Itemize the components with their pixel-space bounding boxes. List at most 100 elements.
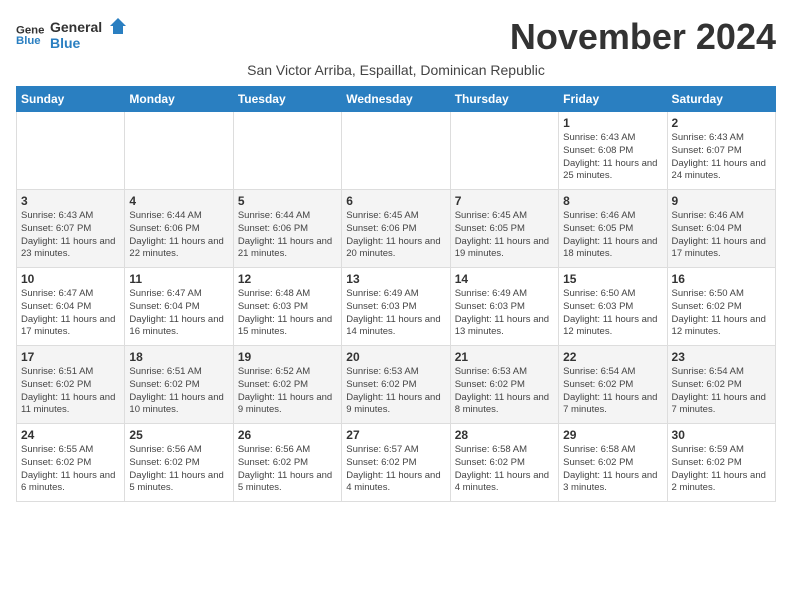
logo: General Blue General Blue xyxy=(16,16,130,54)
day-number: 24 xyxy=(21,428,120,442)
day-number: 25 xyxy=(129,428,228,442)
svg-text:General: General xyxy=(50,19,102,35)
svg-text:Blue: Blue xyxy=(50,35,81,51)
day-info: Sunrise: 6:56 AM Sunset: 6:02 PM Dayligh… xyxy=(129,444,228,495)
day-info: Sunrise: 6:51 AM Sunset: 6:02 PM Dayligh… xyxy=(129,366,228,417)
day-number: 4 xyxy=(129,194,228,208)
svg-text:Blue: Blue xyxy=(16,35,41,47)
day-info: Sunrise: 6:55 AM Sunset: 6:02 PM Dayligh… xyxy=(21,444,120,495)
page-header: General Blue General Blue November 2024 xyxy=(16,16,776,58)
day-header-monday: Monday xyxy=(125,87,233,112)
week-row-2: 3Sunrise: 6:43 AM Sunset: 6:07 PM Daylig… xyxy=(17,190,776,268)
day-info: Sunrise: 6:43 AM Sunset: 6:07 PM Dayligh… xyxy=(672,132,771,183)
day-cell: 26 Sunrise: 6:56 AM Sunset: 6:02 PM Dayli… xyxy=(233,424,341,502)
day-cell: 22Sunrise: 6:54 AM Sunset: 6:02 PM Dayli… xyxy=(559,346,667,424)
calendar-body: 1 Sunrise: 6:43 AM Sunset: 6:08 PM Daylig… xyxy=(17,112,776,502)
day-number: 15 xyxy=(563,272,662,286)
day-cell: 14Sunrise: 6:49 AM Sunset: 6:03 PM Dayli… xyxy=(450,268,558,346)
day-cell: 6Sunrise: 6:45 AM Sunset: 6:06 PM Daylig… xyxy=(342,190,450,268)
day-cell: 1 Sunrise: 6:43 AM Sunset: 6:08 PM Daylig… xyxy=(559,112,667,190)
day-info: Sunrise: 6:47 AM Sunset: 6:04 PM Dayligh… xyxy=(129,288,228,339)
day-info: Sunrise: 6:46 AM Sunset: 6:05 PM Dayligh… xyxy=(563,210,662,261)
day-header-sunday: Sunday xyxy=(17,87,125,112)
day-cell: 4Sunrise: 6:44 AM Sunset: 6:06 PM Daylig… xyxy=(125,190,233,268)
day-cell: 11 Sunrise: 6:47 AM Sunset: 6:04 PM Dayli… xyxy=(125,268,233,346)
day-cell: 19Sunrise: 6:52 AM Sunset: 6:02 PM Dayli… xyxy=(233,346,341,424)
day-cell: 10 Sunrise: 6:47 AM Sunset: 6:04 PM Dayli… xyxy=(17,268,125,346)
day-info: Sunrise: 6:53 AM Sunset: 6:02 PM Dayligh… xyxy=(346,366,445,417)
day-info: Sunrise: 6:47 AM Sunset: 6:04 PM Dayligh… xyxy=(21,288,120,339)
day-info: Sunrise: 6:57 AM Sunset: 6:02 PM Dayligh… xyxy=(346,444,445,495)
day-number: 2 xyxy=(672,116,771,130)
day-cell xyxy=(233,112,341,190)
day-cell xyxy=(125,112,233,190)
day-number: 3 xyxy=(21,194,120,208)
day-cell: 5 Sunrise: 6:44 AM Sunset: 6:06 PM Daylig… xyxy=(233,190,341,268)
day-cell: 13 Sunrise: 6:49 AM Sunset: 6:03 PM Dayli… xyxy=(342,268,450,346)
day-number: 9 xyxy=(672,194,771,208)
day-info: Sunrise: 6:52 AM Sunset: 6:02 PM Dayligh… xyxy=(238,366,337,417)
week-row-5: 24 Sunrise: 6:55 AM Sunset: 6:02 PM Dayli… xyxy=(17,424,776,502)
day-cell: 9 Sunrise: 6:46 AM Sunset: 6:04 PM Daylig… xyxy=(667,190,775,268)
day-cell: 27Sunrise: 6:57 AM Sunset: 6:02 PM Dayli… xyxy=(342,424,450,502)
day-cell: 7 Sunrise: 6:45 AM Sunset: 6:05 PM Daylig… xyxy=(450,190,558,268)
day-info: Sunrise: 6:58 AM Sunset: 6:02 PM Dayligh… xyxy=(563,444,662,495)
day-cell: 16 Sunrise: 6:50 AM Sunset: 6:02 PM Dayli… xyxy=(667,268,775,346)
day-number: 8 xyxy=(563,194,662,208)
day-info: Sunrise: 6:49 AM Sunset: 6:03 PM Dayligh… xyxy=(346,288,445,339)
day-number: 13 xyxy=(346,272,445,286)
day-number: 21 xyxy=(455,350,554,364)
week-row-1: 1 Sunrise: 6:43 AM Sunset: 6:08 PM Daylig… xyxy=(17,112,776,190)
day-info: Sunrise: 6:44 AM Sunset: 6:06 PM Dayligh… xyxy=(238,210,337,261)
day-number: 5 xyxy=(238,194,337,208)
day-number: 17 xyxy=(21,350,120,364)
day-info: Sunrise: 6:45 AM Sunset: 6:05 PM Dayligh… xyxy=(455,210,554,261)
day-cell: 29Sunrise: 6:58 AM Sunset: 6:02 PM Dayli… xyxy=(559,424,667,502)
day-number: 7 xyxy=(455,194,554,208)
day-info: Sunrise: 6:43 AM Sunset: 6:08 PM Dayligh… xyxy=(563,132,662,183)
day-number: 23 xyxy=(672,350,771,364)
day-number: 18 xyxy=(129,350,228,364)
day-number: 20 xyxy=(346,350,445,364)
day-header-wednesday: Wednesday xyxy=(342,87,450,112)
calendar-table: SundayMondayTuesdayWednesdayThursdayFrid… xyxy=(16,86,776,502)
day-cell: 15Sunrise: 6:50 AM Sunset: 6:03 PM Dayli… xyxy=(559,268,667,346)
day-cell: 23Sunrise: 6:54 AM Sunset: 6:02 PM Dayli… xyxy=(667,346,775,424)
day-header-tuesday: Tuesday xyxy=(233,87,341,112)
day-info: Sunrise: 6:58 AM Sunset: 6:02 PM Dayligh… xyxy=(455,444,554,495)
day-info: Sunrise: 6:50 AM Sunset: 6:02 PM Dayligh… xyxy=(672,288,771,339)
day-info: Sunrise: 6:53 AM Sunset: 6:02 PM Dayligh… xyxy=(455,366,554,417)
day-header-thursday: Thursday xyxy=(450,87,558,112)
day-header-friday: Friday xyxy=(559,87,667,112)
day-cell xyxy=(17,112,125,190)
day-number: 10 xyxy=(21,272,120,286)
day-number: 22 xyxy=(563,350,662,364)
day-info: Sunrise: 6:56 AM Sunset: 6:02 PM Dayligh… xyxy=(238,444,337,495)
day-info: Sunrise: 6:45 AM Sunset: 6:06 PM Dayligh… xyxy=(346,210,445,261)
day-cell: 28 Sunrise: 6:58 AM Sunset: 6:02 PM Dayli… xyxy=(450,424,558,502)
day-cell: 21 Sunrise: 6:53 AM Sunset: 6:02 PM Dayli… xyxy=(450,346,558,424)
day-number: 12 xyxy=(238,272,337,286)
day-info: Sunrise: 6:46 AM Sunset: 6:04 PM Dayligh… xyxy=(672,210,771,261)
day-number: 16 xyxy=(672,272,771,286)
day-number: 14 xyxy=(455,272,554,286)
day-cell: 8 Sunrise: 6:46 AM Sunset: 6:05 PM Daylig… xyxy=(559,190,667,268)
day-cell: 20 Sunrise: 6:53 AM Sunset: 6:02 PM Dayli… xyxy=(342,346,450,424)
day-info: Sunrise: 6:51 AM Sunset: 6:02 PM Dayligh… xyxy=(21,366,120,417)
logo-icon: General Blue xyxy=(16,21,44,49)
day-cell: 17 Sunrise: 6:51 AM Sunset: 6:02 PM Dayli… xyxy=(17,346,125,424)
week-row-3: 10 Sunrise: 6:47 AM Sunset: 6:04 PM Dayli… xyxy=(17,268,776,346)
day-number: 28 xyxy=(455,428,554,442)
day-cell: 3Sunrise: 6:43 AM Sunset: 6:07 PM Daylig… xyxy=(17,190,125,268)
day-number: 1 xyxy=(563,116,662,130)
day-number: 26 xyxy=(238,428,337,442)
day-cell xyxy=(450,112,558,190)
day-cell: 2 Sunrise: 6:43 AM Sunset: 6:07 PM Daylig… xyxy=(667,112,775,190)
day-number: 11 xyxy=(129,272,228,286)
day-cell: 30Sunrise: 6:59 AM Sunset: 6:02 PM Dayli… xyxy=(667,424,775,502)
logo-svg: General Blue xyxy=(50,16,130,54)
calendar-header-row: SundayMondayTuesdayWednesdayThursdayFrid… xyxy=(17,87,776,112)
day-cell: 24 Sunrise: 6:55 AM Sunset: 6:02 PM Dayli… xyxy=(17,424,125,502)
subtitle: San Victor Arriba, Espaillat, Dominican … xyxy=(16,62,776,78)
day-info: Sunrise: 6:59 AM Sunset: 6:02 PM Dayligh… xyxy=(672,444,771,495)
